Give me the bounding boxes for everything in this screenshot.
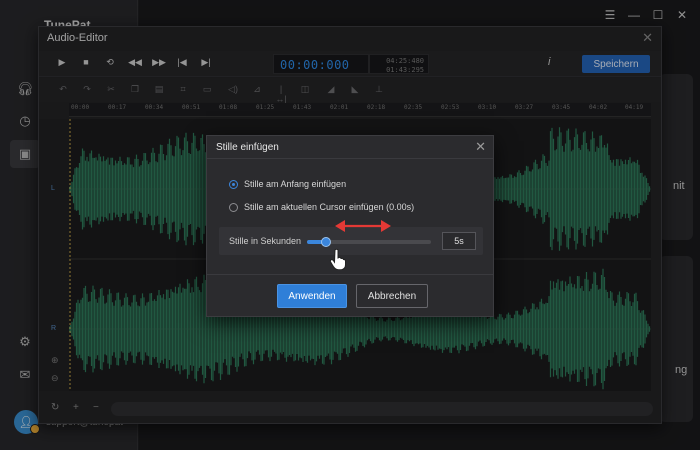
dialog-close-icon[interactable]: ✕ <box>475 139 486 155</box>
silence-label: Stille in Sekunden <box>229 236 302 246</box>
radio-start[interactable] <box>229 179 238 189</box>
divider <box>207 158 493 159</box>
double-arrow-annotation-icon <box>335 220 391 232</box>
option-insert-at-start[interactable]: Stille am Anfang einfügen <box>229 179 346 189</box>
option-insert-at-cursor[interactable]: Stille am aktuellen Cursor einfügen (0.0… <box>229 202 414 212</box>
cancel-button[interactable]: Abbrechen <box>356 284 428 308</box>
silence-value-input[interactable]: 5s <box>442 232 476 250</box>
option-start-label: Stille am Anfang einfügen <box>244 179 347 189</box>
radio-cursor[interactable] <box>229 202 238 212</box>
divider <box>207 274 493 275</box>
hand-cursor-icon <box>329 248 346 270</box>
silence-slider[interactable] <box>307 237 431 247</box>
dialog-title: Stille einfügen <box>216 142 279 153</box>
option-cursor-label: Stille am aktuellen Cursor einfügen (0.0… <box>244 202 415 212</box>
insert-silence-dialog: Stille einfügen ✕ Stille am Anfang einfü… <box>206 135 494 317</box>
slider-thumb[interactable] <box>320 237 331 247</box>
apply-button[interactable]: Anwenden <box>277 284 347 308</box>
screen: TunePat 🎧︎ ◷ ▣ ⚙ ✉ 👤︎ support@tunepat ni… <box>0 0 700 450</box>
